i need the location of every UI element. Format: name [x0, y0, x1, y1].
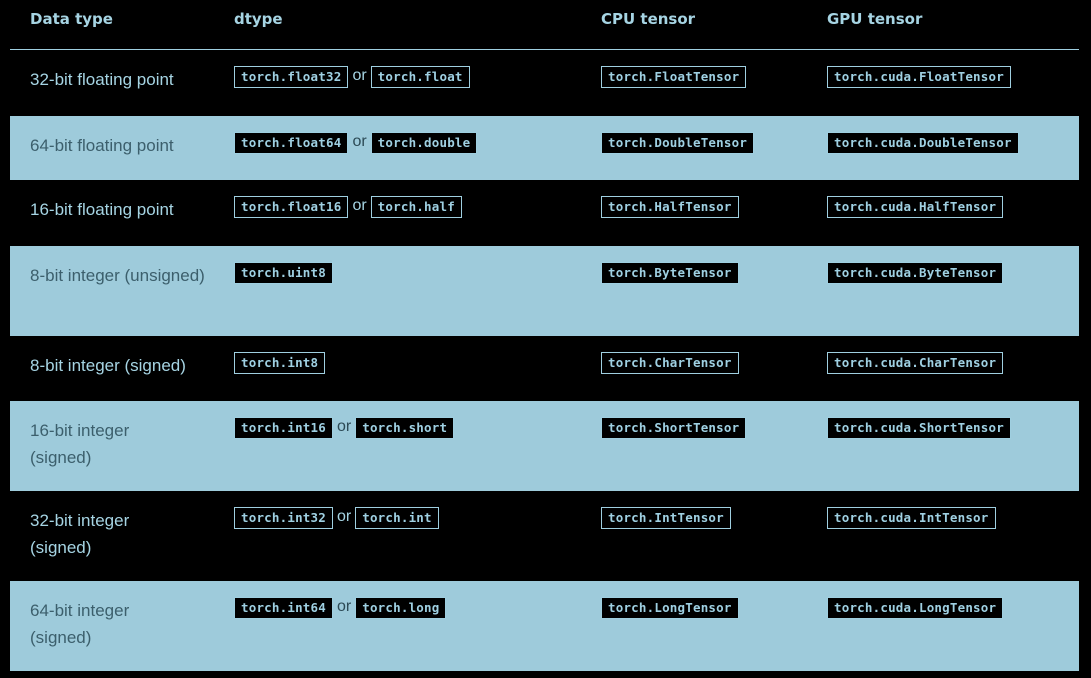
cpu-tensor-cell: torch.ShortTensor — [601, 417, 747, 439]
cpu-tensor-cell: torch.LongTensor — [601, 597, 739, 619]
data-type-cell: 32-bit integer (signed) — [30, 511, 130, 557]
gpu-tensor-code: torch.cuda.ByteTensor — [827, 262, 1004, 284]
table-row: 8-bit integer (signed) torch.int8 torch.… — [10, 336, 1079, 401]
gpu-tensor-cell: torch.cuda.CharTensor — [827, 352, 1004, 374]
header-cpu-tensor: CPU tensor — [601, 10, 696, 28]
or-text: or — [352, 133, 367, 150]
dtype-cell: torch.int16 or torch.short — [234, 417, 455, 439]
gpu-tensor-code: torch.cuda.DoubleTensor — [827, 132, 1019, 154]
dtype-code: torch.int16 — [234, 417, 333, 439]
dtype-code: torch.float32 — [234, 66, 349, 88]
cpu-tensor-code: torch.ByteTensor — [601, 262, 739, 284]
gpu-tensor-cell: torch.cuda.HalfTensor — [827, 196, 1004, 218]
dtype-cell: torch.float32 or torch.float — [234, 66, 470, 88]
table-row: 16-bit floating point torch.float16 or tor… — [10, 180, 1079, 246]
dtype-cell: torch.float16 or torch.half — [234, 196, 462, 218]
table-row: 32-bit integer (signed) torch.int32 or tor… — [10, 491, 1079, 581]
cpu-tensor-code: torch.IntTensor — [601, 507, 731, 529]
dtype-alias-code: torch.half — [370, 196, 462, 218]
or-text: or — [352, 67, 367, 84]
cpu-tensor-cell: torch.HalfTensor — [601, 196, 739, 218]
gpu-tensor-cell: torch.cuda.DoubleTensor — [827, 132, 1019, 154]
data-type-cell: 8-bit integer (signed) — [30, 356, 186, 375]
dtype-alias-code: torch.long — [355, 597, 447, 619]
cpu-tensor-code: torch.HalfTensor — [601, 196, 739, 218]
gpu-tensor-code: torch.cuda.CharTensor — [827, 352, 1004, 374]
table-header: Data type dtype CPU tensor GPU tensor — [10, 0, 1079, 50]
dtype-cell: torch.int32 or torch.int — [234, 507, 439, 529]
table-row: 8-bit integer (unsigned) torch.uint8 tor… — [10, 246, 1079, 336]
header-data-type: Data type — [30, 10, 113, 28]
or-text: or — [336, 418, 352, 435]
cpu-tensor-cell: torch.IntTensor — [601, 507, 731, 529]
gpu-tensor-cell: torch.cuda.LongTensor — [827, 597, 1004, 619]
data-type-cell: 16-bit integer (signed) — [30, 421, 130, 467]
cpu-tensor-cell: torch.FloatTensor — [601, 66, 747, 88]
cpu-tensor-code: torch.FloatTensor — [601, 66, 747, 88]
or-text: or — [336, 508, 352, 525]
dtype-code: torch.int64 — [234, 597, 333, 619]
dtype-cell: torch.uint8 — [234, 262, 333, 284]
dtype-alias-code: torch.float — [370, 66, 470, 88]
dtype-table: Data type dtype CPU tensor GPU tensor 32… — [10, 0, 1079, 671]
dtype-cell: torch.float64 or torch.double — [234, 132, 478, 154]
dtype-alias-code: torch.double — [370, 132, 478, 154]
table-row: 64-bit floating point torch.float64 or tor… — [10, 116, 1079, 180]
header-gpu-tensor: GPU tensor — [827, 10, 923, 28]
table-row: 64-bit integer (signed) torch.int64 or tor… — [10, 581, 1079, 671]
gpu-tensor-code: torch.cuda.LongTensor — [827, 597, 1004, 619]
gpu-tensor-cell: torch.cuda.FloatTensor — [827, 66, 1011, 88]
data-type-cell: 64-bit floating point — [30, 136, 174, 155]
dtype-alias-code: torch.int — [355, 507, 439, 529]
header-dtype: dtype — [234, 10, 283, 28]
cpu-tensor-cell: torch.CharTensor — [601, 352, 739, 374]
gpu-tensor-cell: torch.cuda.ByteTensor — [827, 262, 1004, 284]
dtype-cell: torch.int8 — [234, 352, 326, 374]
gpu-tensor-cell: torch.cuda.ShortTensor — [827, 417, 1011, 439]
gpu-tensor-code: torch.cuda.FloatTensor — [827, 66, 1011, 88]
cpu-tensor-code: torch.DoubleTensor — [601, 132, 755, 154]
dtype-code: torch.uint8 — [234, 262, 333, 284]
cpu-tensor-cell: torch.DoubleTensor — [601, 132, 755, 154]
data-type-cell: 32-bit floating point — [30, 70, 174, 89]
gpu-tensor-cell: torch.cuda.IntTensor — [827, 507, 996, 529]
cpu-tensor-code: torch.CharTensor — [601, 352, 739, 374]
dtype-cell: torch.int64 or torch.long — [234, 597, 447, 619]
cpu-tensor-code: torch.LongTensor — [601, 597, 739, 619]
data-type-cell: 64-bit integer (signed) — [30, 601, 130, 647]
or-text: or — [352, 197, 367, 214]
table-row: 16-bit integer (signed) torch.int16 or tor… — [10, 401, 1079, 491]
dtype-alias-code: torch.short — [355, 417, 455, 439]
dtype-code: torch.float16 — [234, 196, 349, 218]
cpu-tensor-cell: torch.ByteTensor — [601, 262, 739, 284]
dtype-code: torch.int8 — [234, 352, 326, 374]
data-type-cell: 16-bit floating point — [30, 200, 174, 219]
cpu-tensor-code: torch.ShortTensor — [601, 417, 747, 439]
table-row: 32-bit floating point torch.float32 or tor… — [10, 50, 1079, 116]
gpu-tensor-code: torch.cuda.ShortTensor — [827, 417, 1011, 439]
gpu-tensor-code: torch.cuda.HalfTensor — [827, 196, 1004, 218]
data-type-cell: 8-bit integer (unsigned) — [30, 266, 205, 285]
or-text: or — [336, 598, 352, 615]
dtype-code: torch.float64 — [234, 132, 349, 154]
gpu-tensor-code: torch.cuda.IntTensor — [827, 507, 996, 529]
dtype-code: torch.int32 — [234, 507, 333, 529]
